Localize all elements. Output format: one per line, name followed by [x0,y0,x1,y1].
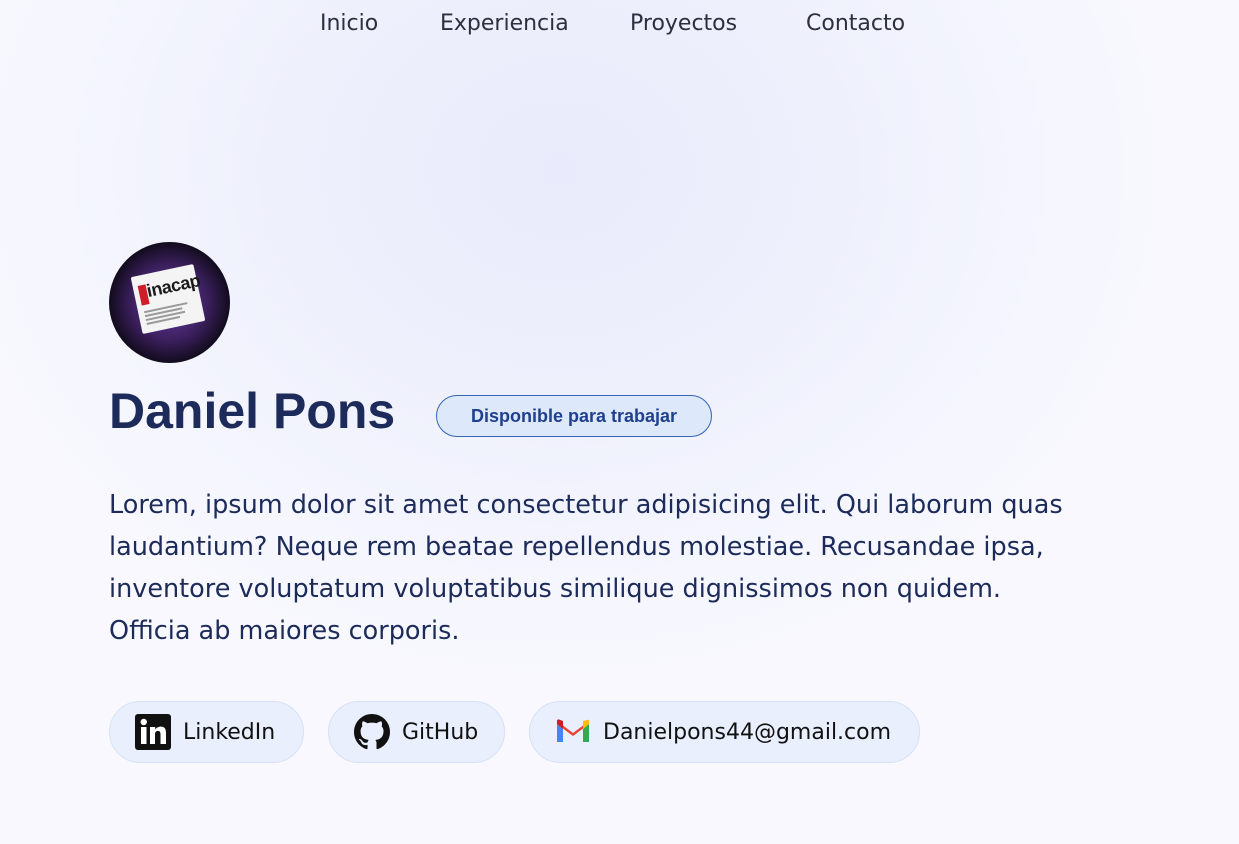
github-icon [354,714,390,750]
availability-badge: Disponible para trabajar [436,395,712,437]
profile-name: Daniel Pons [109,383,396,439]
nav-link-inicio[interactable]: Inicio [320,11,378,36]
gmail-icon [555,714,591,750]
linkedin-icon [135,714,171,750]
email-label: Danielpons44@gmail.com [603,719,892,745]
github-label: GitHub [402,719,479,745]
linkedin-button[interactable]: LinkedIn [109,701,304,763]
nav-link-contacto[interactable]: Contacto [806,11,905,36]
avatar: inacap [109,242,230,363]
email-button[interactable]: Danielpons44@gmail.com [529,701,920,763]
inacap-logo-icon: inacap [130,263,206,335]
linkedin-label: LinkedIn [183,719,276,745]
profile-bio: Lorem, ipsum dolor sit amet consectetur … [109,490,1063,646]
avatar-logo-text: inacap [144,270,202,301]
github-button[interactable]: GitHub [328,701,505,763]
nav-link-proyectos[interactable]: Proyectos [630,11,737,36]
top-navigation: Inicio Experiencia Proyectos Contacto [0,0,1239,50]
nav-link-experiencia[interactable]: Experiencia [440,11,569,36]
